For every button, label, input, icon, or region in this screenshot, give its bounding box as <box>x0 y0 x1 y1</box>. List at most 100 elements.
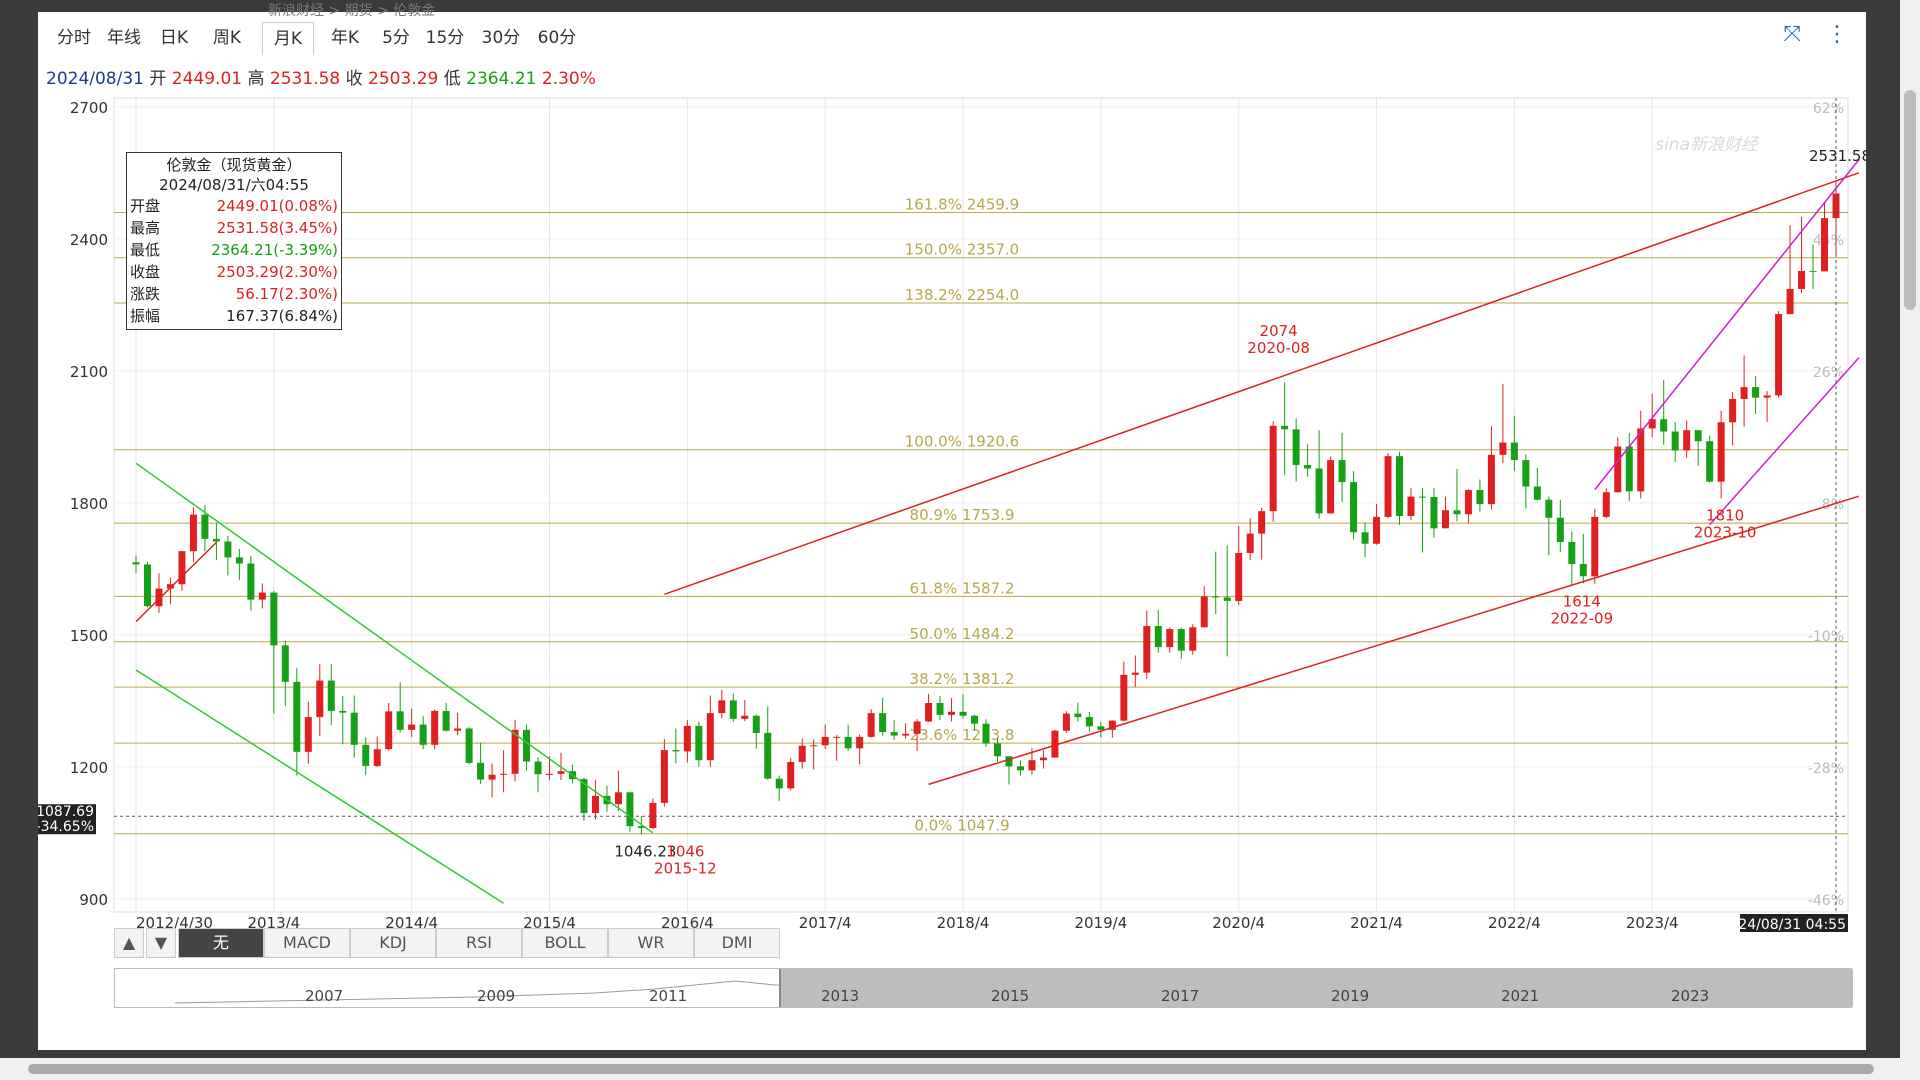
candle-body <box>993 743 1001 757</box>
candle-body <box>833 736 841 738</box>
candle-body <box>1476 490 1484 505</box>
candle-body <box>1683 430 1691 451</box>
candle-body <box>614 792 622 805</box>
candle-body <box>890 732 898 736</box>
candle-body <box>1016 766 1024 771</box>
candle-body <box>1763 395 1771 398</box>
y-tick-label: 1500 <box>70 627 108 645</box>
candle-body <box>247 563 255 600</box>
candle-body <box>775 778 783 789</box>
candle-body <box>327 680 335 711</box>
candle-body <box>1533 486 1541 500</box>
nav-label-2019: 2019 <box>1331 987 1370 1005</box>
pct-tick-label: 26% <box>1813 365 1844 381</box>
nav-label-2021: 2021 <box>1501 987 1540 1005</box>
candle-body <box>132 562 140 565</box>
tooltip-datetime: 2024/08/31/六04:55 <box>159 176 309 194</box>
y-tick-label: 2100 <box>70 363 108 381</box>
candle-body <box>1039 757 1047 761</box>
plot-area <box>113 97 1849 913</box>
candle-body <box>1740 387 1748 399</box>
candle-body <box>465 728 473 763</box>
indicator-macd-button[interactable]: MACD <box>264 928 350 958</box>
candle-body <box>1074 713 1082 718</box>
x-tick-label: 2023/4 <box>1626 914 1679 932</box>
horizontal-scrollbar[interactable] <box>0 1058 1900 1080</box>
candle-body <box>201 514 209 539</box>
indicator-down-button[interactable]: ▼ <box>146 928 176 958</box>
candle-body <box>1752 387 1760 398</box>
nav-label-2013: 2013 <box>821 987 860 1005</box>
candle-body <box>1430 497 1438 529</box>
candle-body <box>1786 288 1794 315</box>
candle-body <box>1568 541 1576 564</box>
candle-body <box>1189 627 1197 651</box>
tooltip-row-change: 涨跌 56.17(2.30%) <box>130 283 338 305</box>
y-tick-label: 2400 <box>70 231 108 249</box>
indicator-rsi-button[interactable]: RSI <box>436 928 522 958</box>
indicator-wr-button[interactable]: WR <box>608 928 694 958</box>
candle-body <box>660 750 668 803</box>
indicator-up-button[interactable]: ▲ <box>114 928 144 958</box>
indicator-dmi-button[interactable]: DMI <box>694 928 780 958</box>
annotation-red-date: 2022-09 <box>1550 610 1613 628</box>
candle-body <box>419 724 427 745</box>
candle-body <box>1097 726 1105 730</box>
candle-body <box>1177 629 1185 651</box>
candle-body <box>879 713 887 733</box>
candle-body <box>212 538 220 542</box>
candle-body <box>1510 442 1518 461</box>
crosshair-date: 2024/08/31 04:55 <box>1721 917 1847 932</box>
annotation-red-date: 2020-08 <box>1247 339 1310 357</box>
candle-body <box>362 744 370 766</box>
candlestick-chart[interactable]: 2012/4/30 2013/4 2014/4 2015/4 2016/4 2017/4 2… <box>38 12 1866 932</box>
nav-label-2011: 2011 <box>649 987 688 1005</box>
annotation-red: 1614 <box>1563 593 1601 611</box>
candle-body <box>396 711 404 730</box>
candle-body <box>1775 314 1783 396</box>
candle-body <box>488 774 496 780</box>
tooltip-key-open: 开盘 <box>130 197 161 215</box>
vertical-scroll-thumb[interactable] <box>1904 90 1916 310</box>
tooltip-key-low: 最低 <box>130 241 161 259</box>
x-tick-label: 2017/4 <box>799 914 852 932</box>
candle-body <box>1384 456 1392 517</box>
candle-body <box>798 745 806 762</box>
candle-body <box>1717 422 1725 482</box>
candle-body <box>1373 516 1381 544</box>
candle-body <box>143 564 151 607</box>
horizontal-scroll-thumb[interactable] <box>28 1064 1874 1074</box>
candle-body <box>856 736 864 749</box>
annotation-red: 1810 <box>1706 506 1744 524</box>
candle-body <box>649 802 657 828</box>
candle-body <box>741 715 749 719</box>
fib-level-label: 100.0% 1920.6 <box>905 433 1019 451</box>
candle-body <box>913 721 921 734</box>
candle-body <box>1671 431 1679 451</box>
range-navigator[interactable]: 2007 2009 2011 2013 2015 2017 2019 2021 … <box>114 968 1853 1008</box>
x-tick-label: 2020/4 <box>1212 914 1265 932</box>
candle-body <box>1809 270 1817 272</box>
tooltip-row-high: 最高 2531.58(3.45%) <box>130 217 338 239</box>
candle-body <box>1579 563 1587 577</box>
candle-body <box>844 736 852 749</box>
nav-label-2015: 2015 <box>991 987 1030 1005</box>
candle-body <box>1246 533 1254 553</box>
candle-body <box>1729 398 1737 423</box>
indicator-kdj-button[interactable]: KDJ <box>350 928 436 958</box>
nav-label-2023: 2023 <box>1671 987 1710 1005</box>
y-tick-label: 2700 <box>70 99 108 117</box>
candle-body <box>1798 270 1806 289</box>
indicator-none-button[interactable]: 无 <box>178 928 264 958</box>
tooltip-val-high: 2531.58(3.45%) <box>216 219 338 237</box>
candle-body <box>1625 446 1633 492</box>
vertical-scrollbar[interactable] <box>1900 0 1920 1080</box>
candle-body <box>350 712 358 745</box>
fib-level-label: 23.6% 1253.8 <box>910 726 1015 744</box>
candle-body <box>523 729 531 762</box>
candle-body <box>1396 456 1404 516</box>
tooltip-val-low: 2364.21(-3.39%) <box>211 241 338 259</box>
candle-body <box>1258 511 1266 534</box>
indicator-boll-button[interactable]: BOLL <box>522 928 608 958</box>
candle-body <box>189 514 197 552</box>
